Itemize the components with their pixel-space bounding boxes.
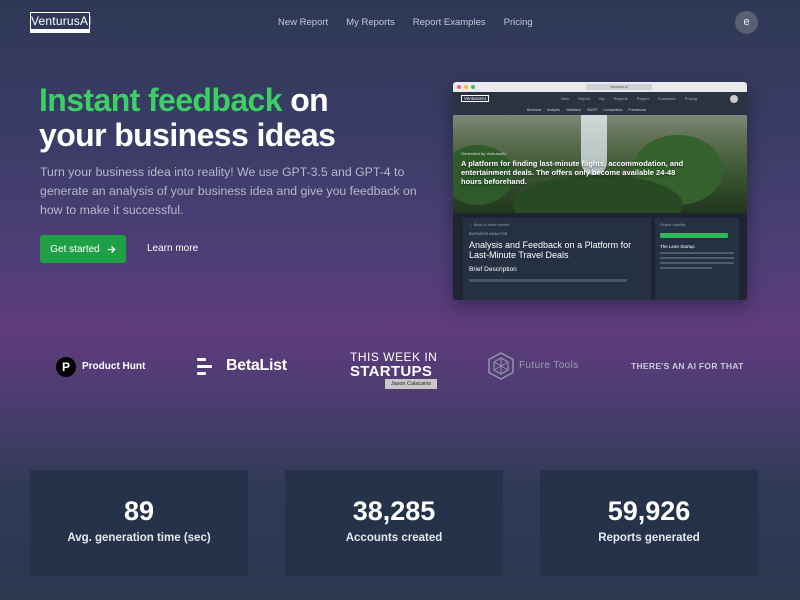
user-avatar[interactable]: e [735, 11, 758, 34]
nav-link-new-report[interactable]: New Report [278, 17, 328, 28]
hero-headline: Instant feedback on your business ideas [39, 82, 336, 153]
preview-sidebar: Report visibility The Lean Startup [655, 218, 739, 300]
hero-subtitle: Turn your business idea into reality! We… [40, 165, 417, 217]
maximize-dot-icon [471, 85, 475, 89]
headline-accent: Instant feedback [39, 82, 283, 118]
preview-hero-image: Generated by VenturusAI A platform for f… [453, 115, 747, 213]
preview-text-line [660, 267, 712, 269]
logo[interactable]: VenturusAI [30, 12, 92, 33]
betalist-logo[interactable]: BetaList [226, 357, 287, 375]
preview-text-line [660, 257, 734, 259]
product-preview-image: venturus.ai VenturusAI New Report My Rep… [453, 82, 747, 300]
learn-more-link[interactable]: Learn more [147, 243, 198, 254]
top-navbar: VenturusAI New Report My Reports Report … [0, 0, 800, 45]
preview-text-line [660, 252, 734, 254]
product-hunt-icon: P [56, 357, 76, 377]
preview-text-line [469, 279, 628, 282]
product-hunt-logo[interactable]: Product Hunt [82, 361, 145, 372]
stat-value: 38,285 [352, 496, 436, 526]
preview-report-card: ← Back to other reports BUSINESS ANALYSI… [463, 218, 651, 300]
stat-card-generation-time: 89 Avg. generation time (sec) [30, 470, 248, 576]
preview-avatar [730, 95, 738, 103]
preview-brief-heading: Brief Description [469, 266, 517, 273]
headline-rest-1: on [281, 82, 329, 118]
preview-logo: VenturusAI [461, 95, 490, 102]
get-started-label: Get started [50, 243, 100, 255]
twis-logo-line2[interactable]: STARTUPS [350, 363, 432, 380]
preview-green-button [660, 233, 728, 238]
nav-link-report-examples[interactable]: Report Examples [413, 17, 486, 28]
nav-link-my-reports[interactable]: My Reports [346, 17, 395, 28]
headline-rest-2: your business ideas [39, 117, 336, 153]
stat-card-reports: 59,926 Reports generated [540, 470, 758, 576]
close-dot-icon [457, 85, 461, 89]
preview-tabs: Business Analysis Validation SWOT Compet… [453, 106, 747, 115]
preview-nav: VenturusAI New Report My Reports Report … [453, 92, 747, 106]
stat-label: Accounts created [345, 532, 443, 544]
twis-badge: Jason Calacanis [385, 379, 437, 389]
stat-card-accounts: 38,285 Accounts created [285, 470, 503, 576]
nav-link-pricing[interactable]: Pricing [504, 17, 533, 28]
preview-hero-title: A platform for finding last-minute fligh… [461, 159, 684, 186]
future-tools-icon [488, 352, 514, 380]
betalist-icon [197, 358, 213, 375]
stat-label: Avg. generation time (sec) [67, 532, 211, 544]
stat-value: 89 [123, 496, 155, 526]
arrow-right-icon [107, 245, 116, 253]
future-tools-logo[interactable]: Future Tools [519, 360, 579, 371]
stat-value: 59,926 [607, 496, 691, 526]
preview-url: venturus.ai [586, 84, 652, 90]
preview-text-line [660, 262, 734, 264]
nav-links: New Report My Reports Report Examples Pr… [278, 17, 533, 28]
theres-an-ai-for-that-logo[interactable]: THERE'S AN AI FOR THAT [631, 361, 744, 371]
preview-report-title: Analysis and Feedback on a Platform for … [469, 240, 632, 260]
preview-side-label: Report visibility [660, 223, 686, 227]
preview-section-label: BUSINESS ANALYSIS [469, 232, 508, 236]
get-started-button[interactable]: Get started [40, 235, 126, 263]
minimize-dot-icon [464, 85, 468, 89]
preview-nav-links: New Report My Reports Report Examples Pr… [561, 96, 697, 101]
featured-in-logos: P Product Hunt BetaList THIS WEEK IN STA… [0, 350, 800, 400]
preview-back-link: ← Back to other reports [469, 223, 510, 227]
preview-browser-bar: venturus.ai [453, 82, 747, 92]
preview-hero-label: Generated by VenturusAI [461, 151, 506, 156]
stat-label: Reports generated [598, 532, 700, 544]
twis-logo-line1[interactable]: THIS WEEK IN [350, 350, 437, 364]
preview-side-title: The Lean Startup [660, 244, 695, 249]
